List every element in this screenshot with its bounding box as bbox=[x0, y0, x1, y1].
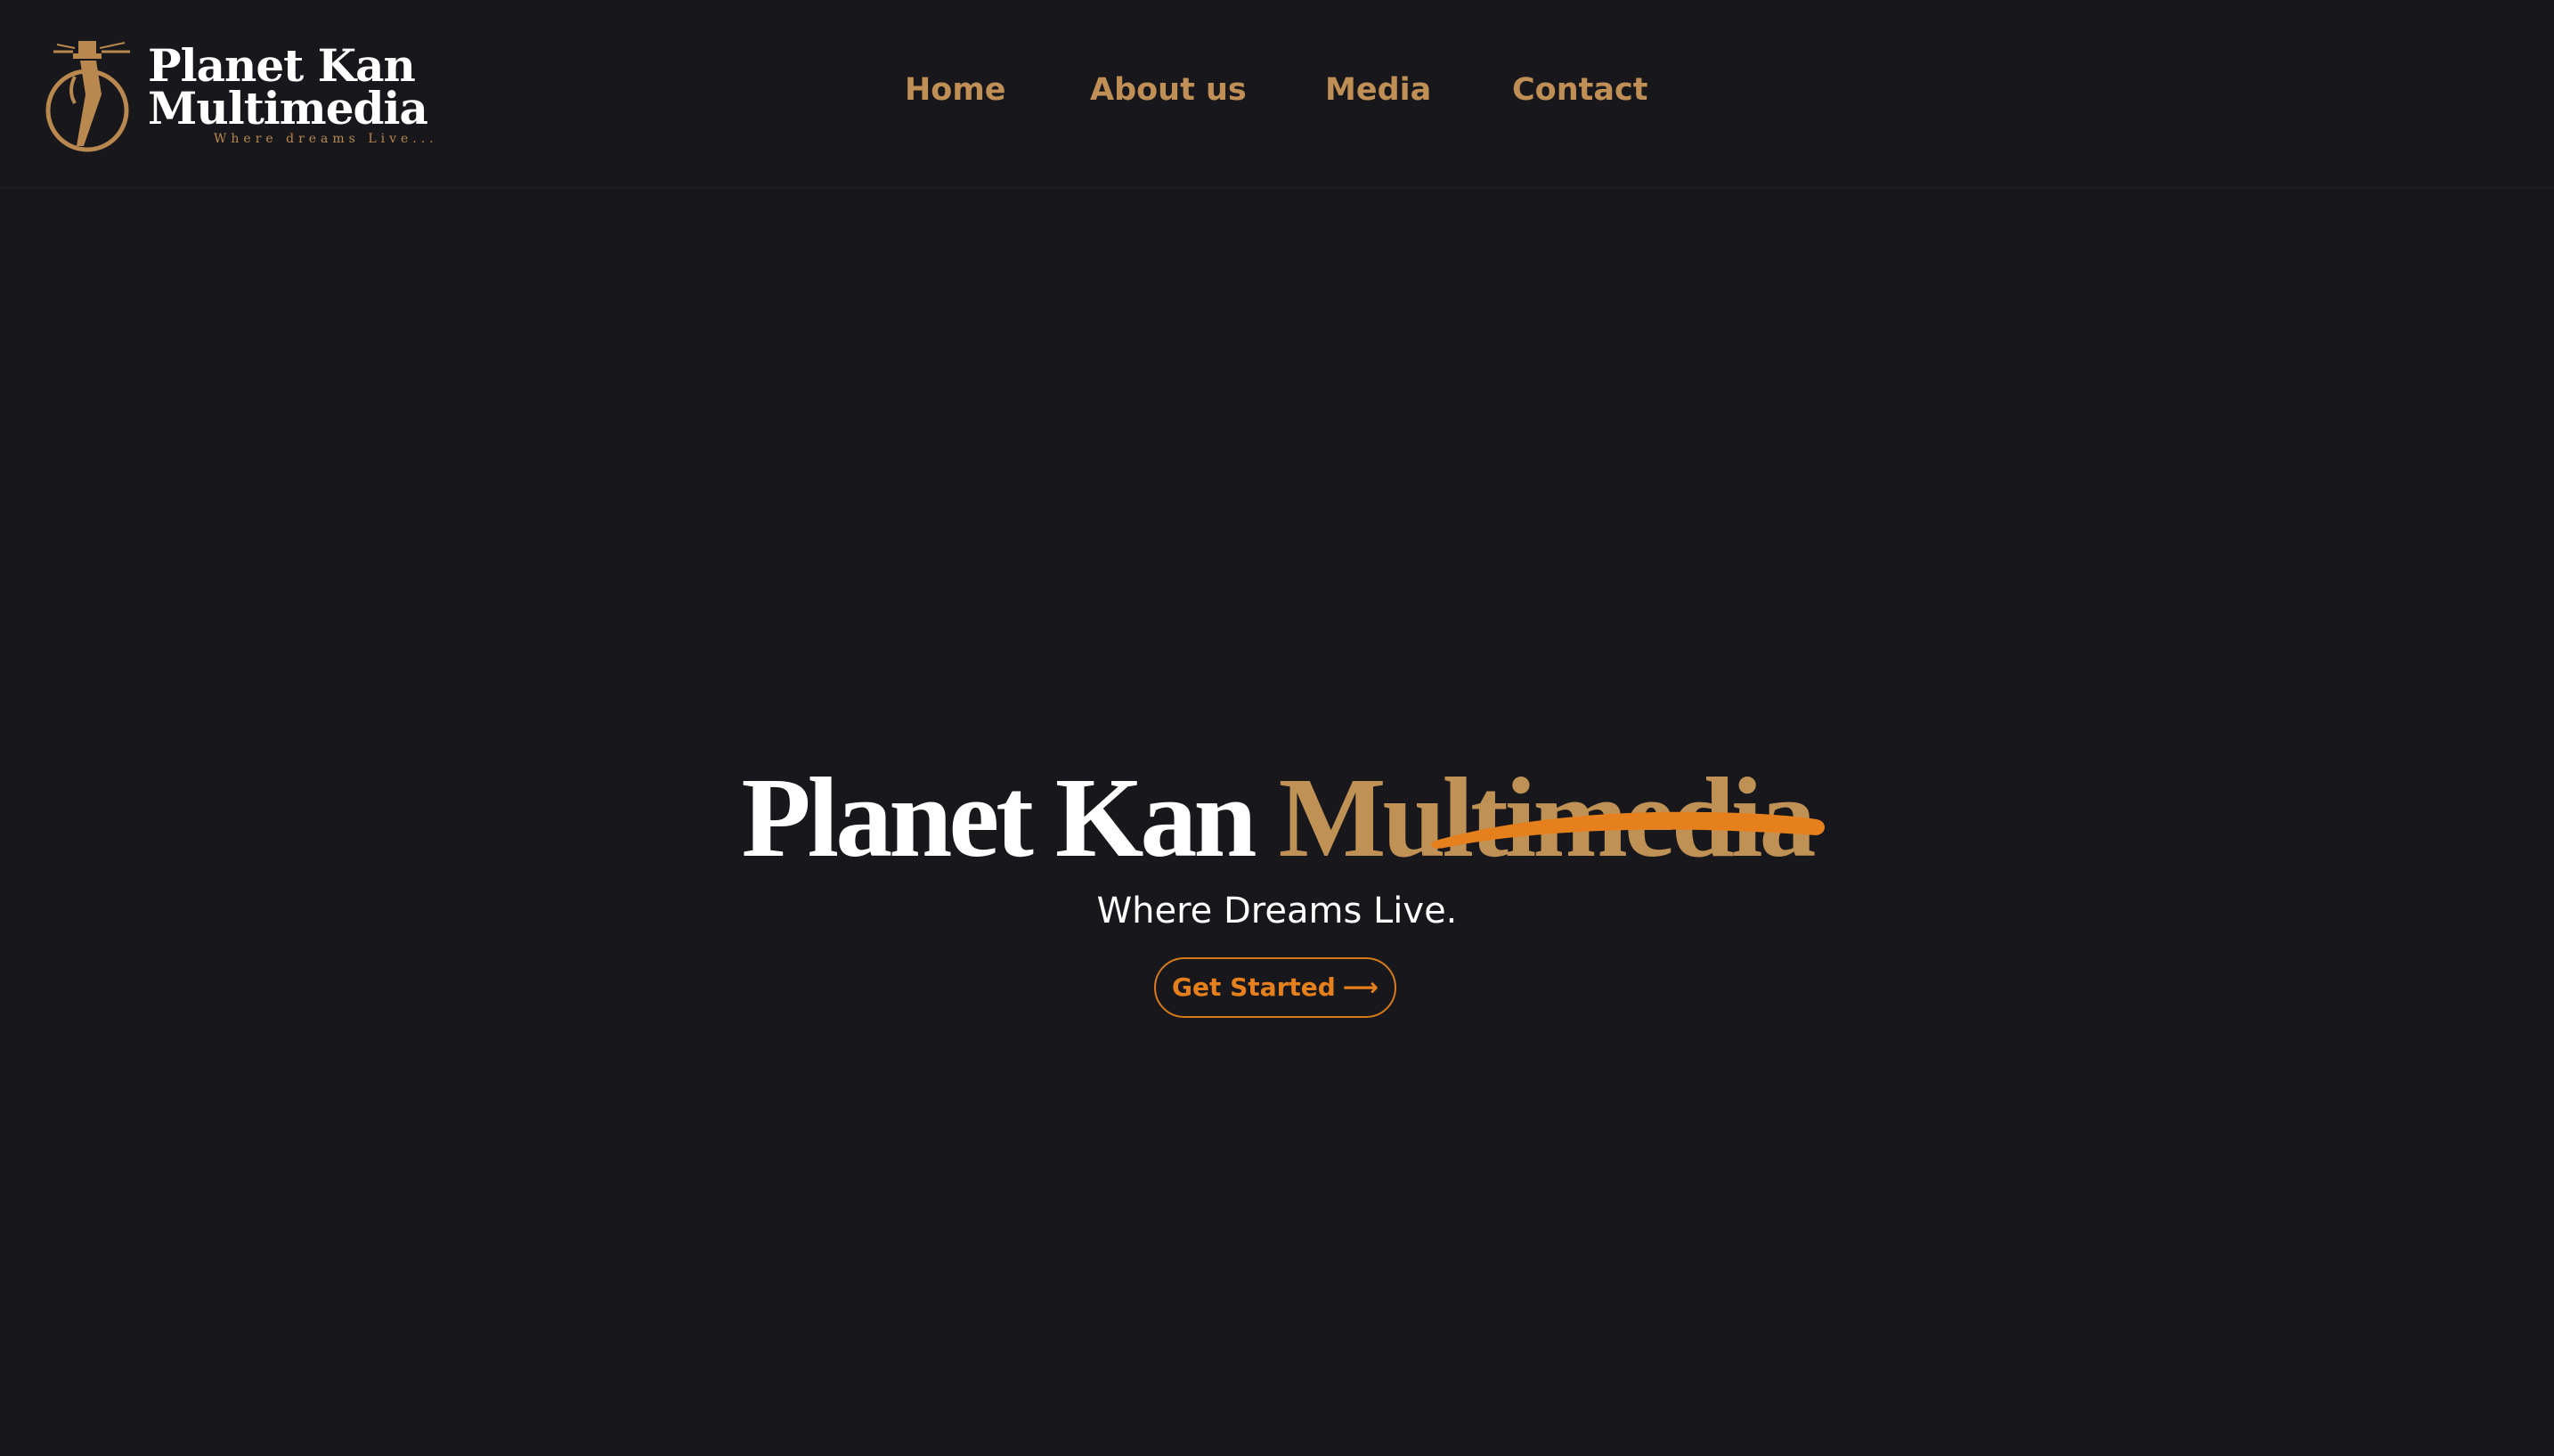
nav-contact-link[interactable]: Contact bbox=[1512, 68, 1647, 112]
arrow-right-icon: ⟶ bbox=[1342, 972, 1379, 1002]
main-nav: Home About us Media Contact bbox=[0, 68, 2554, 112]
site-header: Planet Kan Multimedia Where dreams Live.… bbox=[0, 0, 2554, 189]
hero-title-part1: Planet Kan bbox=[741, 753, 1257, 881]
nav-media-link[interactable]: Media bbox=[1325, 68, 1431, 112]
nav-about-link[interactable]: About us bbox=[1090, 68, 1247, 112]
logo-tagline: Where dreams Live... bbox=[214, 132, 438, 146]
brush-underline-icon bbox=[1431, 811, 1825, 849]
get-started-button[interactable]: Get Started ⟶ bbox=[1154, 957, 1396, 1018]
hero-title: Planet Kan Multimedia bbox=[0, 755, 2554, 880]
hero-subtitle: Where Dreams Live. bbox=[1096, 891, 1458, 931]
get-started-label: Get Started bbox=[1172, 972, 1336, 1002]
nav-home-link[interactable]: Home bbox=[905, 68, 1006, 112]
